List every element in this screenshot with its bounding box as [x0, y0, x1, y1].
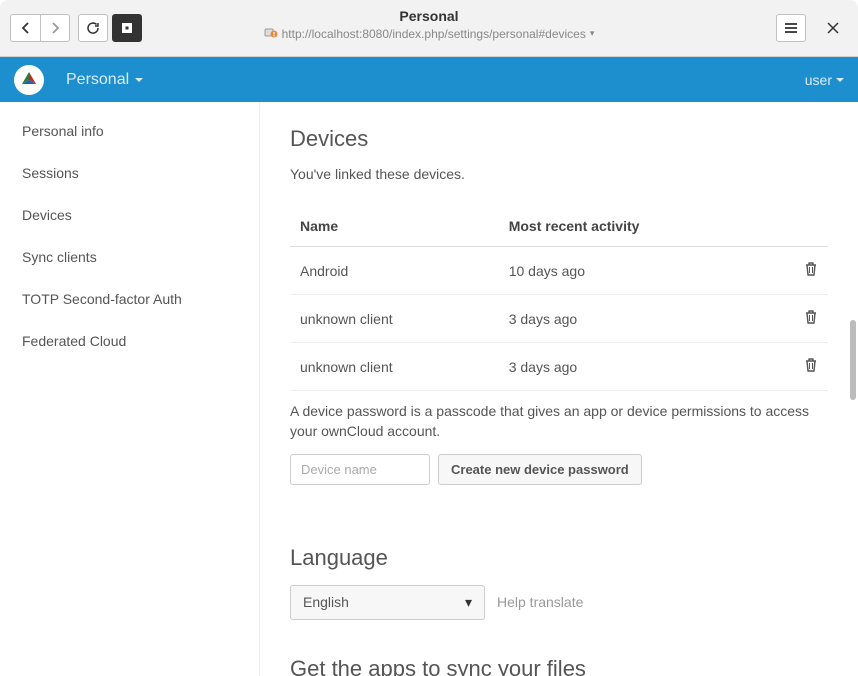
app-body: Personal info Sessions Devices Sync clie…	[0, 102, 858, 676]
nav-button-group	[10, 14, 70, 42]
table-header-row: Name Most recent activity	[290, 206, 828, 247]
nav-breadcrumb-personal[interactable]: Personal	[66, 71, 143, 89]
sidebar-item-sync-clients[interactable]: Sync clients	[0, 236, 259, 278]
caret-down-icon	[135, 78, 143, 82]
device-name-cell: unknown client	[290, 343, 499, 391]
device-activity-cell: 10 days ago	[499, 247, 778, 295]
sidebar-item-federated-cloud[interactable]: Federated Cloud	[0, 320, 259, 362]
trash-icon[interactable]	[804, 261, 818, 280]
browser-chrome: Personal http://localhost:8080/index.php…	[0, 0, 858, 57]
device-name-input[interactable]	[290, 454, 430, 485]
device-password-note: A device password is a passcode that giv…	[290, 401, 828, 442]
caret-down-icon: ▾	[465, 594, 472, 611]
table-row: Android 10 days ago	[290, 247, 828, 295]
app-logo[interactable]	[14, 65, 44, 95]
url-text: http://localhost:8080/index.php/settings…	[282, 27, 586, 41]
sidebar-item-personal-info[interactable]: Personal info	[0, 110, 259, 152]
help-translate-link[interactable]: Help translate	[497, 594, 583, 610]
table-row: unknown client 3 days ago	[290, 295, 828, 343]
col-activity: Most recent activity	[499, 206, 778, 247]
app-header: Personal user	[0, 57, 858, 102]
scrollbar-thumb[interactable]	[850, 320, 856, 400]
language-section-title: Language	[290, 545, 828, 571]
caret-down-icon	[836, 78, 844, 82]
dropdown-indicator-icon: ▾	[590, 28, 595, 39]
device-password-form: Create new device password	[290, 454, 828, 485]
user-label: user	[805, 72, 832, 88]
device-name-cell: unknown client	[290, 295, 499, 343]
sidebar-item-totp[interactable]: TOTP Second-factor Auth	[0, 278, 259, 320]
nav-label: Personal	[66, 71, 129, 89]
browser-url-bar[interactable]: http://localhost:8080/index.php/settings…	[264, 26, 595, 41]
device-activity-cell: 3 days ago	[499, 295, 778, 343]
user-menu[interactable]: user	[805, 72, 844, 88]
trash-icon[interactable]	[804, 357, 818, 376]
sidebar: Personal info Sessions Devices Sync clie…	[0, 102, 260, 676]
device-name-cell: Android	[290, 247, 499, 295]
main-content: Devices You've linked these devices. Nam…	[260, 102, 858, 676]
hamburger-menu-button[interactable]	[776, 14, 806, 42]
back-button[interactable]	[10, 14, 40, 42]
devices-section-subtitle: You've linked these devices.	[290, 166, 828, 182]
language-select[interactable]: English ▾	[290, 585, 485, 620]
language-selected-value: English	[303, 594, 349, 610]
apps-section-title: Get the apps to sync your files	[290, 656, 828, 676]
reload-button[interactable]	[78, 14, 108, 42]
language-row: English ▾ Help translate	[290, 585, 828, 620]
close-window-button[interactable]	[818, 14, 848, 42]
devices-table: Name Most recent activity Android 10 day…	[290, 206, 828, 391]
home-button[interactable]	[112, 14, 142, 42]
sidebar-item-devices[interactable]: Devices	[0, 194, 259, 236]
devices-section-title: Devices	[290, 126, 828, 152]
table-row: unknown client 3 days ago	[290, 343, 828, 391]
sidebar-item-sessions[interactable]: Sessions	[0, 152, 259, 194]
trash-icon[interactable]	[804, 309, 818, 328]
security-warning-icon	[264, 26, 278, 41]
col-name: Name	[290, 206, 499, 247]
create-device-password-button[interactable]: Create new device password	[438, 454, 642, 485]
col-action	[778, 206, 828, 247]
device-activity-cell: 3 days ago	[499, 343, 778, 391]
forward-button[interactable]	[40, 14, 70, 42]
